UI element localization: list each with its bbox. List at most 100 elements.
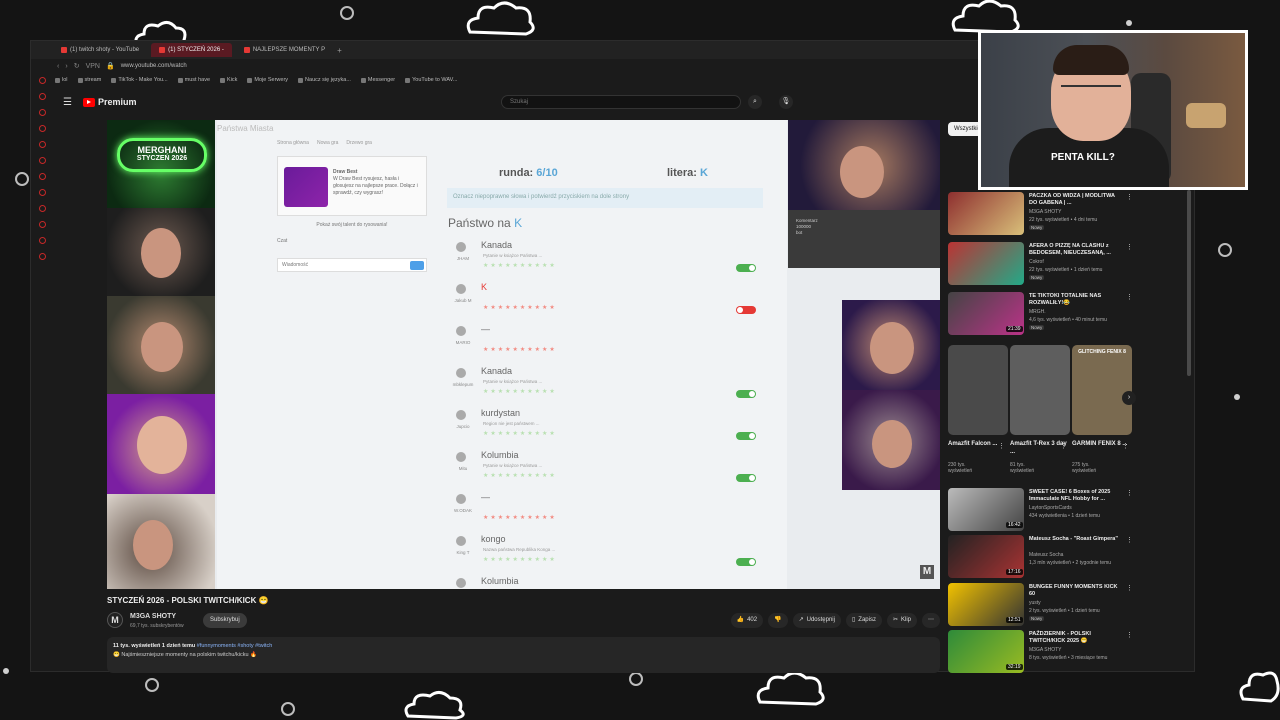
short-thumbnail[interactable] bbox=[1010, 345, 1070, 435]
cloud-decoration bbox=[756, 671, 825, 706]
video-title[interactable]: PAŹDZIERNIK - POLSKI TWITCH/KICK 2025 😁 bbox=[1029, 631, 1121, 645]
sidebar-icon[interactable] bbox=[38, 141, 46, 148]
more-vert-icon[interactable]: ⋮ bbox=[1126, 489, 1133, 497]
tab-najlepsze-momenty[interactable]: NAJLEPSZE MOMENTY P bbox=[236, 43, 333, 57]
lock-icon: 🔒 bbox=[105, 63, 115, 70]
player-avatar-icon bbox=[456, 578, 466, 588]
sidebar-icon[interactable] bbox=[38, 205, 46, 212]
channel-name[interactable]: M3GA SHOTY bbox=[1029, 209, 1062, 215]
more-vert-icon[interactable]: ⋮ bbox=[1060, 442, 1067, 450]
back-arrow-icon[interactable]: ‹ bbox=[57, 63, 59, 70]
short-overlay-text: GLITCHING FENIX 8 bbox=[1078, 349, 1126, 355]
dislike-button[interactable]: 👎 bbox=[768, 613, 788, 628]
like-button[interactable]: 👍 402 bbox=[730, 613, 764, 628]
sidebar-icon[interactable] bbox=[38, 221, 46, 228]
accept-toggle[interactable] bbox=[736, 432, 756, 440]
video-thumbnail[interactable] bbox=[948, 192, 1024, 235]
sidebar-icon[interactable] bbox=[38, 77, 46, 84]
accept-toggle[interactable] bbox=[736, 474, 756, 482]
more-actions-button[interactable]: ⋯ bbox=[922, 613, 940, 628]
bookmark[interactable]: Moje Serwery bbox=[247, 77, 288, 83]
bookmark[interactable]: Messenger bbox=[360, 77, 395, 83]
description-box[interactable]: 11 tys. wyświetleń 1 dzień temu #funnymo… bbox=[107, 637, 940, 673]
microphone-icon[interactable]: 🎙 bbox=[779, 95, 793, 109]
more-vert-icon[interactable]: ⋮ bbox=[1126, 193, 1133, 201]
video-title[interactable]: TE TIKTOKI TOTALNIE NAS ROZWALIŁY!😂 bbox=[1029, 293, 1121, 307]
youtube-logo[interactable]: Premium bbox=[83, 97, 137, 107]
sidebar-icon[interactable] bbox=[38, 109, 46, 116]
recommended-video[interactable]: 21:39 TE TIKTOKI TOTALNIE NAS ROZWALIŁY!😂… bbox=[948, 292, 1138, 338]
menu-icon[interactable]: ☰ bbox=[63, 97, 73, 108]
url-field[interactable]: www.youtube.com/watch bbox=[121, 63, 187, 69]
channel-name[interactable]: yusty bbox=[1029, 600, 1041, 606]
recommended-video[interactable]: 32:19 PAŹDZIERNIK - POLSKI TWITCH/KICK 20… bbox=[948, 630, 1138, 676]
more-vert-icon[interactable]: ⋮ bbox=[998, 442, 1005, 450]
short-views: 81 tys. wyświetleń bbox=[1010, 462, 1035, 474]
bookmark[interactable]: Kick bbox=[220, 77, 237, 83]
channel-avatar[interactable]: M bbox=[107, 612, 123, 628]
recommended-video[interactable]: 17:16 Mateusz Socha - "Roast Gimpera" Mate… bbox=[948, 535, 1138, 581]
accept-toggle[interactable] bbox=[736, 390, 756, 398]
more-vert-icon[interactable]: ⋮ bbox=[1126, 293, 1133, 301]
accept-toggle[interactable] bbox=[736, 558, 756, 566]
share-button[interactable]: ↗ Udostępnij bbox=[792, 613, 841, 628]
recommended-video[interactable]: 16:42 SWEET CASE! 6 Boxes of 2025 Immacul… bbox=[948, 488, 1138, 534]
save-button[interactable]: ▯ Zapisz bbox=[845, 613, 882, 628]
short-thumbnail[interactable]: GLITCHING FENIX 8 bbox=[1072, 345, 1132, 435]
vpn-badge[interactable]: VPN bbox=[86, 63, 100, 70]
bookmark[interactable]: stream bbox=[77, 77, 101, 83]
accept-toggle[interactable] bbox=[736, 264, 756, 272]
bookmark[interactable]: Naucz się języka... bbox=[298, 77, 351, 83]
tab-styczen-2026[interactable]: (1) STYCZEŃ 2026 - bbox=[151, 43, 232, 57]
more-vert-icon[interactable]: ⋮ bbox=[1126, 536, 1133, 544]
bookmark[interactable]: TikTok - Make You... bbox=[111, 77, 168, 83]
recommended-video[interactable]: 12:51 BUNGEE FUNNY MOMENTS KICK 60 yusty 2 … bbox=[948, 583, 1138, 629]
new-tab-button[interactable]: + bbox=[337, 46, 342, 55]
bookmark[interactable]: must have bbox=[177, 77, 210, 83]
video-thumbnail[interactable] bbox=[948, 242, 1024, 285]
subscribe-button[interactable]: Subskrybuj bbox=[203, 613, 247, 628]
video-title[interactable]: Mateusz Socha - "Roast Gimpera" bbox=[1029, 536, 1121, 543]
hashtags[interactable]: #funnymoments #shoty #twitch bbox=[197, 643, 273, 649]
channel-name[interactable]: LaytonSportsCards bbox=[1029, 505, 1072, 511]
streamer-face bbox=[137, 416, 187, 474]
thumbs-up-icon: 👍 bbox=[736, 617, 745, 623]
sidebar-icon[interactable] bbox=[38, 237, 46, 244]
player-avatar-icon bbox=[456, 242, 466, 252]
accept-toggle[interactable] bbox=[736, 306, 756, 314]
sidebar-icon[interactable] bbox=[38, 173, 46, 180]
more-vert-icon[interactable]: ⋮ bbox=[1122, 442, 1129, 450]
reload-icon[interactable]: ↻ bbox=[74, 62, 80, 70]
clip-button[interactable]: ✂ Klip bbox=[886, 613, 917, 628]
channel-name[interactable]: Mateusz Socha bbox=[1029, 552, 1063, 558]
channel-name[interactable]: M3GA SHOTY bbox=[130, 613, 176, 620]
recommended-video[interactable]: AFERA O PIZZĘ NA CLASHU z BEDOESEM, NIEU… bbox=[948, 242, 1138, 288]
video-title[interactable]: PACZKA OD WIDZA | MODLITWA DO GABENA | .… bbox=[1029, 193, 1121, 207]
channel-name[interactable]: MRGH. bbox=[1029, 309, 1046, 315]
video-title[interactable]: AFERA O PIZZĘ NA CLASHU z BEDOESEM, NIEU… bbox=[1029, 243, 1121, 257]
sidebar-icon[interactable] bbox=[38, 253, 46, 260]
bookmark[interactable]: lol bbox=[55, 77, 68, 83]
youtube-favicon-icon bbox=[159, 47, 166, 53]
channel-name[interactable]: M3GA SHOTY bbox=[1029, 647, 1062, 653]
bookmark[interactable]: YouTube to WAV... bbox=[405, 77, 457, 83]
sidebar-icon[interactable] bbox=[38, 125, 46, 132]
tab-twitch-shoty[interactable]: (1) twitch shoty - YouTube bbox=[53, 43, 147, 57]
video-player[interactable]: Państwa Miasta Strona główna Nowa gra Dr… bbox=[107, 120, 940, 589]
search-icon[interactable]: ⌕ bbox=[748, 95, 762, 109]
more-vert-icon[interactable]: ⋮ bbox=[1126, 631, 1133, 639]
short-thumbnail[interactable] bbox=[948, 345, 1008, 435]
search-input[interactable]: Szukaj bbox=[501, 95, 741, 109]
sidebar-icon[interactable] bbox=[38, 93, 46, 100]
more-vert-icon[interactable]: ⋮ bbox=[1126, 584, 1133, 592]
chevron-right-icon[interactable]: › bbox=[1122, 391, 1136, 405]
recommended-video[interactable]: PACZKA OD WIDZA | MODLITWA DO GABENA | .… bbox=[948, 192, 1138, 238]
scrollbar[interactable] bbox=[1187, 190, 1191, 376]
channel-name[interactable]: Cokrof bbox=[1029, 259, 1044, 265]
video-title[interactable]: BUNGEE FUNNY MOMENTS KICK 60 bbox=[1029, 584, 1121, 598]
forward-arrow-icon[interactable]: › bbox=[65, 63, 67, 70]
more-vert-icon[interactable]: ⋮ bbox=[1126, 243, 1133, 251]
sidebar-icon[interactable] bbox=[38, 189, 46, 196]
video-title[interactable]: SWEET CASE! 6 Boxes of 2025 Immaculate N… bbox=[1029, 489, 1121, 503]
sidebar-icon[interactable] bbox=[38, 157, 46, 164]
